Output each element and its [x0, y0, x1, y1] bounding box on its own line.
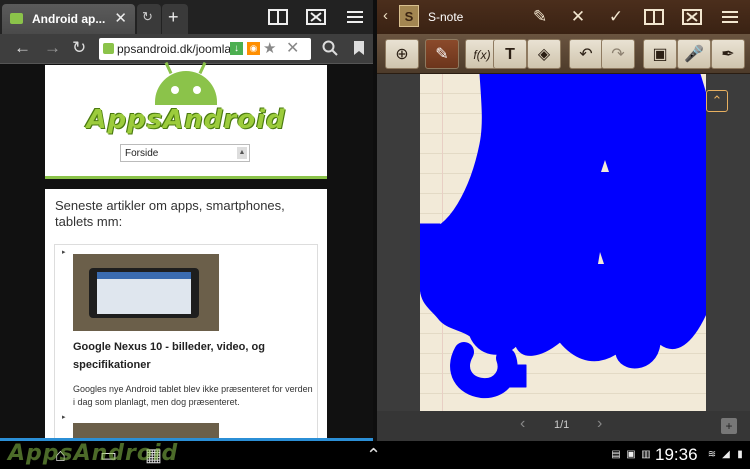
- snote-pane: ‹ S S-note ✎ ✕ ✓ ⊕ ✎ f(x) T ◈ ↶ ↷ ▣ 🎤 ✒ …: [377, 0, 750, 441]
- star-icon[interactable]: ★: [263, 39, 276, 57]
- tab-close-icon[interactable]: ✕: [114, 9, 127, 27]
- battery-icon: ▮: [737, 449, 743, 460]
- search-icon[interactable]: [322, 38, 338, 61]
- web-page: AppsAndroid Forside ▲ Seneste artikler o…: [0, 61, 373, 441]
- close-window-icon[interactable]: [681, 6, 703, 28]
- snote-title-bar: ‹ S S-note ✎ ✕ ✓: [377, 0, 750, 34]
- bullet-icon: ▸: [62, 249, 66, 256]
- site-logo: AppsAndroid: [86, 105, 286, 135]
- signal-icon: ◢: [722, 449, 730, 460]
- brush-icon[interactable]: ✒: [711, 39, 745, 69]
- snote-toolbar: ⊕ ✎ f(x) T ◈ ↶ ↷ ▣ 🎤 ✒: [377, 34, 750, 74]
- close-icon[interactable]: ✕: [567, 6, 589, 28]
- pen-settings-icon[interactable]: ✎: [529, 6, 551, 28]
- tab-second[interactable]: ↻: [137, 4, 161, 34]
- split-view-icon[interactable]: [643, 6, 665, 28]
- url-text: ppsandroid.dk/joomla/: [117, 42, 235, 56]
- menu-select[interactable]: Forside ▲: [120, 144, 250, 162]
- note-page[interactable]: [420, 74, 706, 411]
- site-icon: [103, 43, 114, 54]
- article-excerpt: Googles nye Android tablet blev ikke præ…: [73, 384, 313, 407]
- refresh-icon: ↻: [142, 9, 153, 24]
- browser-pane: Android ap... ✕ ↻ + ← → ↻ ppsandroid.dk/…: [0, 0, 373, 441]
- article-title[interactable]: Google Nexus 10 - billeder, video, og sp…: [73, 338, 313, 374]
- download-icon[interactable]: ↓: [230, 42, 243, 55]
- menu-select-value: Forside: [125, 148, 159, 159]
- android-favicon-icon: [10, 13, 23, 24]
- prev-page-icon[interactable]: ‹: [520, 415, 525, 433]
- menu-icon[interactable]: [719, 6, 741, 28]
- tab-title: Android ap...: [32, 12, 106, 26]
- watermark: AppsAndroid: [8, 441, 179, 466]
- clock: 19:36: [655, 445, 698, 464]
- text-icon[interactable]: T: [493, 39, 527, 69]
- note-canvas-area: ⌃: [377, 74, 750, 411]
- back-icon[interactable]: ←: [14, 38, 31, 58]
- undo-icon[interactable]: ↶: [569, 39, 603, 69]
- pen-icon[interactable]: ✎: [425, 39, 459, 69]
- bookmark-icon[interactable]: [353, 38, 365, 61]
- save-icon[interactable]: ✓: [605, 6, 627, 28]
- site-header: AppsAndroid Forside ▲: [45, 61, 327, 179]
- page-navigator: ‹ 1/1 › +: [377, 411, 750, 441]
- eraser-icon[interactable]: ◈: [527, 39, 561, 69]
- article-list: ▸ Google Nexus 10 - billeder, video, og …: [54, 244, 318, 441]
- scroll-up-icon[interactable]: ⌃: [706, 90, 728, 112]
- forward-icon[interactable]: →: [44, 38, 61, 58]
- url-field[interactable]: ppsandroid.dk/joomla/ ↓ ◉ ★ ✕: [99, 38, 311, 60]
- section-heading: Seneste artikler om apps, smartphones, t…: [55, 198, 285, 229]
- image-notification-icon: ▣: [626, 449, 636, 460]
- snote-app-icon: S: [399, 5, 419, 27]
- redo-icon[interactable]: ↷: [601, 39, 635, 69]
- ink-scribble: [420, 74, 706, 399]
- screen: Android ap... ✕ ↻ + ← → ↻ ppsandroid.dk/…: [0, 0, 750, 469]
- download-notification-icon: ▥: [641, 449, 651, 460]
- back-icon[interactable]: ‹: [383, 7, 388, 24]
- menu-icon[interactable]: [345, 8, 365, 26]
- rss-icon[interactable]: ◉: [247, 42, 260, 55]
- wifi-icon: ≋: [707, 449, 717, 460]
- chevron-up-icon[interactable]: ⌃: [366, 444, 381, 466]
- app-title: S-note: [428, 10, 464, 24]
- add-page-icon[interactable]: +: [721, 418, 737, 434]
- address-toolbar: ← → ↻ ppsandroid.dk/joomla/ ↓ ◉ ★ ✕: [0, 34, 373, 64]
- mic-icon[interactable]: 🎤: [677, 39, 711, 69]
- tab-android-apps[interactable]: Android ap... ✕: [2, 4, 135, 34]
- close-window-icon[interactable]: [306, 8, 326, 26]
- reload-icon[interactable]: ↻: [72, 38, 86, 58]
- tab-bar: Android ap... ✕ ↻ +: [0, 0, 373, 34]
- select-tool-icon[interactable]: ⊕: [385, 39, 419, 69]
- new-tab-button[interactable]: +: [162, 4, 188, 34]
- article-thumbnail[interactable]: [73, 254, 219, 331]
- android-logo-icon: [155, 61, 217, 105]
- notification-icon: ▤: [611, 449, 621, 460]
- plus-icon: +: [168, 7, 179, 27]
- bullet-icon: ▸: [62, 414, 66, 421]
- clear-url-icon[interactable]: ✕: [286, 38, 299, 58]
- next-page-icon[interactable]: ›: [597, 415, 602, 433]
- split-view-icon[interactable]: [268, 8, 288, 26]
- latest-articles-card: Seneste artikler om apps, smartphones, t…: [45, 189, 327, 441]
- image-icon[interactable]: ▣: [643, 39, 677, 69]
- page-counter: 1/1: [554, 419, 570, 431]
- dropdown-icon: ▲: [237, 147, 247, 159]
